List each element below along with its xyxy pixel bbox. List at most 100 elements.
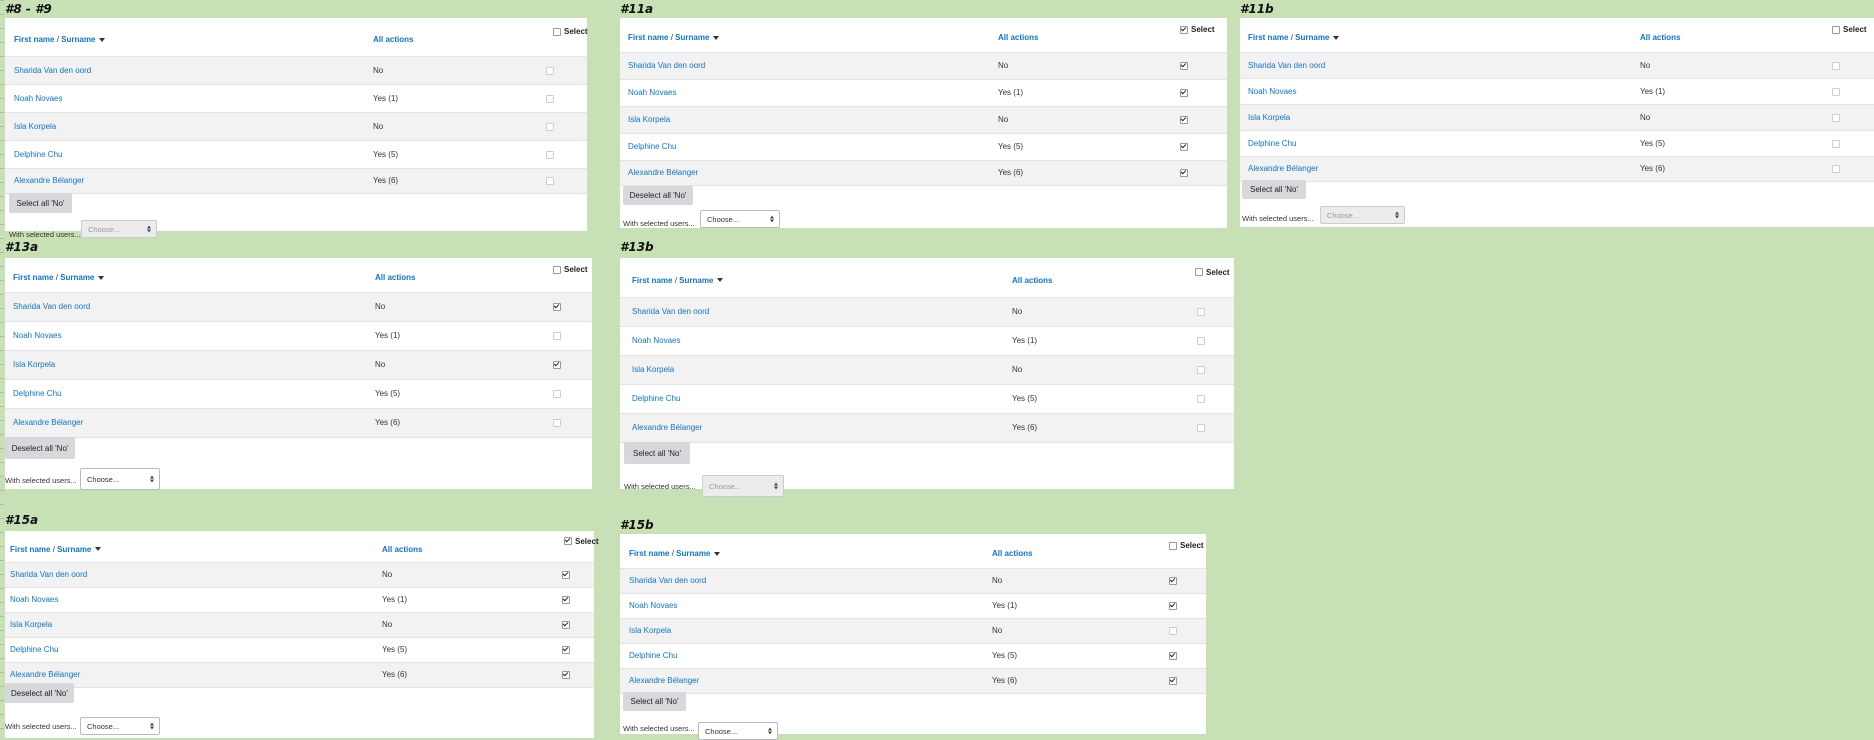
user-select-checkbox[interactable] bbox=[546, 94, 554, 103]
user-select-checkbox[interactable] bbox=[1180, 143, 1188, 151]
user-name-link[interactable]: Isla Korpela bbox=[1248, 113, 1290, 122]
user-name-link[interactable]: Noah Novaes bbox=[629, 601, 677, 610]
user-select-checkbox[interactable] bbox=[1180, 62, 1188, 70]
user-select-checkbox[interactable] bbox=[1197, 366, 1205, 374]
user-name-link[interactable]: Isla Korpela bbox=[10, 620, 52, 629]
sort-surname-link[interactable]: Surname bbox=[60, 273, 94, 282]
user-name-link[interactable]: Delphine Chu bbox=[632, 394, 680, 403]
user-select-checkbox[interactable] bbox=[1180, 116, 1188, 124]
user-name-link[interactable]: Isla Korpela bbox=[632, 365, 674, 374]
sort-name-header[interactable]: First name / Surname bbox=[13, 273, 105, 282]
sort-actions-header[interactable]: All actions bbox=[375, 273, 415, 282]
user-select-checkbox[interactable] bbox=[1832, 139, 1840, 148]
select-all-header[interactable]: Select bbox=[553, 27, 588, 36]
select-all-checkbox[interactable] bbox=[1180, 25, 1188, 34]
user-name-link[interactable]: Noah Novaes bbox=[632, 336, 680, 345]
user-select-checkbox[interactable] bbox=[1180, 169, 1188, 177]
select-all-no-button[interactable]: Select all 'No' bbox=[1242, 180, 1306, 199]
sort-firstname-link[interactable]: First name bbox=[632, 276, 672, 285]
user-name-link[interactable]: Isla Korpela bbox=[628, 115, 670, 124]
select-all-header[interactable]: Select bbox=[1180, 25, 1215, 34]
sort-surname-link[interactable]: Surname bbox=[675, 33, 709, 42]
deselect-all-no-button[interactable]: Deselect all 'No' bbox=[5, 683, 74, 703]
sort-name-header[interactable]: First name / Surname bbox=[10, 545, 102, 554]
sort-firstname-link[interactable]: First name bbox=[14, 35, 54, 44]
user-select-checkbox[interactable] bbox=[1832, 113, 1840, 122]
sort-name-header[interactable]: First name / Surname bbox=[632, 276, 724, 285]
user-name-link[interactable]: Alexandre Bélanger bbox=[10, 670, 80, 679]
select-all-header[interactable]: Select bbox=[553, 265, 588, 274]
sort-actions-header[interactable]: All actions bbox=[1640, 33, 1680, 42]
user-select-checkbox[interactable] bbox=[1197, 395, 1205, 403]
user-name-link[interactable]: Delphine Chu bbox=[1248, 139, 1296, 148]
select-all-header[interactable]: Select bbox=[1169, 541, 1204, 550]
user-select-checkbox[interactable] bbox=[553, 390, 561, 398]
user-select-checkbox[interactable] bbox=[562, 621, 570, 629]
user-name-link[interactable]: Sharida Van den oord bbox=[628, 61, 705, 70]
sort-surname-link[interactable]: Surname bbox=[61, 35, 95, 44]
user-select-checkbox[interactable] bbox=[1197, 337, 1205, 345]
user-name-link[interactable]: Sharida Van den oord bbox=[14, 66, 91, 75]
bulk-action-select[interactable]: Choose... bbox=[698, 722, 778, 740]
select-all-checkbox[interactable] bbox=[1195, 268, 1203, 276]
user-select-checkbox[interactable] bbox=[1832, 87, 1840, 96]
user-name-link[interactable]: Alexandre Bélanger bbox=[13, 418, 83, 427]
user-name-link[interactable]: Alexandre Bélanger bbox=[14, 176, 84, 185]
sort-surname-link[interactable]: Surname bbox=[676, 549, 710, 558]
sort-actions-header[interactable]: All actions bbox=[998, 33, 1038, 42]
user-name-link[interactable]: Noah Novaes bbox=[628, 88, 676, 97]
select-all-checkbox[interactable] bbox=[564, 537, 572, 545]
user-select-checkbox[interactable] bbox=[553, 303, 561, 311]
user-select-checkbox[interactable] bbox=[1197, 424, 1205, 432]
sort-surname-link[interactable]: Surname bbox=[57, 545, 91, 554]
select-all-checkbox[interactable] bbox=[553, 27, 561, 36]
user-name-link[interactable]: Delphine Chu bbox=[10, 645, 58, 654]
select-all-checkbox[interactable] bbox=[1169, 541, 1177, 550]
sort-firstname-link[interactable]: First name bbox=[1248, 33, 1288, 42]
user-name-link[interactable]: Sharida Van den oord bbox=[10, 570, 87, 579]
user-name-link[interactable]: Isla Korpela bbox=[629, 626, 671, 635]
user-name-link[interactable]: Noah Novaes bbox=[10, 595, 58, 604]
sort-actions-header[interactable]: All actions bbox=[382, 545, 422, 554]
user-name-link[interactable]: Alexandre Bélanger bbox=[629, 676, 699, 685]
user-name-link[interactable]: Sharida Van den oord bbox=[1248, 61, 1325, 70]
user-name-link[interactable]: Sharida Van den oord bbox=[629, 576, 706, 585]
sort-surname-link[interactable]: Surname bbox=[1295, 33, 1329, 42]
select-all-no-button[interactable]: Select all 'No' bbox=[9, 193, 72, 213]
bulk-action-select[interactable]: Choose... bbox=[700, 210, 780, 228]
sort-actions-header[interactable]: All actions bbox=[373, 35, 413, 44]
sort-firstname-link[interactable]: First name bbox=[13, 273, 53, 282]
user-select-checkbox[interactable] bbox=[1197, 308, 1205, 316]
user-select-checkbox[interactable] bbox=[1832, 61, 1840, 70]
sort-firstname-link[interactable]: First name bbox=[629, 549, 669, 558]
sort-firstname-link[interactable]: First name bbox=[10, 545, 50, 554]
user-select-checkbox[interactable] bbox=[1169, 602, 1177, 610]
user-select-checkbox[interactable] bbox=[562, 571, 570, 579]
user-name-link[interactable]: Isla Korpela bbox=[14, 122, 56, 131]
sort-actions-header[interactable]: All actions bbox=[1012, 276, 1052, 285]
select-all-no-button[interactable]: Select all 'No' bbox=[624, 442, 690, 464]
user-select-checkbox[interactable] bbox=[562, 646, 570, 654]
user-select-checkbox[interactable] bbox=[553, 332, 561, 340]
bulk-action-select[interactable]: Choose... bbox=[80, 717, 160, 735]
user-name-link[interactable]: Noah Novaes bbox=[14, 94, 62, 103]
user-select-checkbox[interactable] bbox=[562, 596, 570, 604]
deselect-all-no-button[interactable]: Deselect all 'No' bbox=[5, 437, 75, 459]
deselect-all-no-button[interactable]: Deselect all 'No' bbox=[623, 186, 693, 205]
user-select-checkbox[interactable] bbox=[546, 177, 554, 185]
user-select-checkbox[interactable] bbox=[1180, 89, 1188, 97]
user-select-checkbox[interactable] bbox=[562, 671, 570, 679]
user-select-checkbox[interactable] bbox=[1169, 577, 1177, 585]
user-select-checkbox[interactable] bbox=[1169, 627, 1177, 635]
user-name-link[interactable]: Isla Korpela bbox=[13, 360, 55, 369]
sort-firstname-link[interactable]: First name bbox=[628, 33, 668, 42]
sort-surname-link[interactable]: Surname bbox=[679, 276, 713, 285]
user-name-link[interactable]: Delphine Chu bbox=[14, 150, 62, 159]
select-all-no-button[interactable]: Select all 'No' bbox=[623, 692, 686, 711]
bulk-action-select[interactable]: Choose... bbox=[80, 468, 160, 490]
user-name-link[interactable]: Alexandre Bélanger bbox=[628, 168, 698, 177]
user-select-checkbox[interactable] bbox=[546, 150, 554, 159]
select-all-header[interactable]: Select bbox=[1195, 268, 1230, 277]
sort-name-header[interactable]: First name / Surname bbox=[1248, 33, 1340, 42]
user-name-link[interactable]: Alexandre Bélanger bbox=[632, 423, 702, 432]
